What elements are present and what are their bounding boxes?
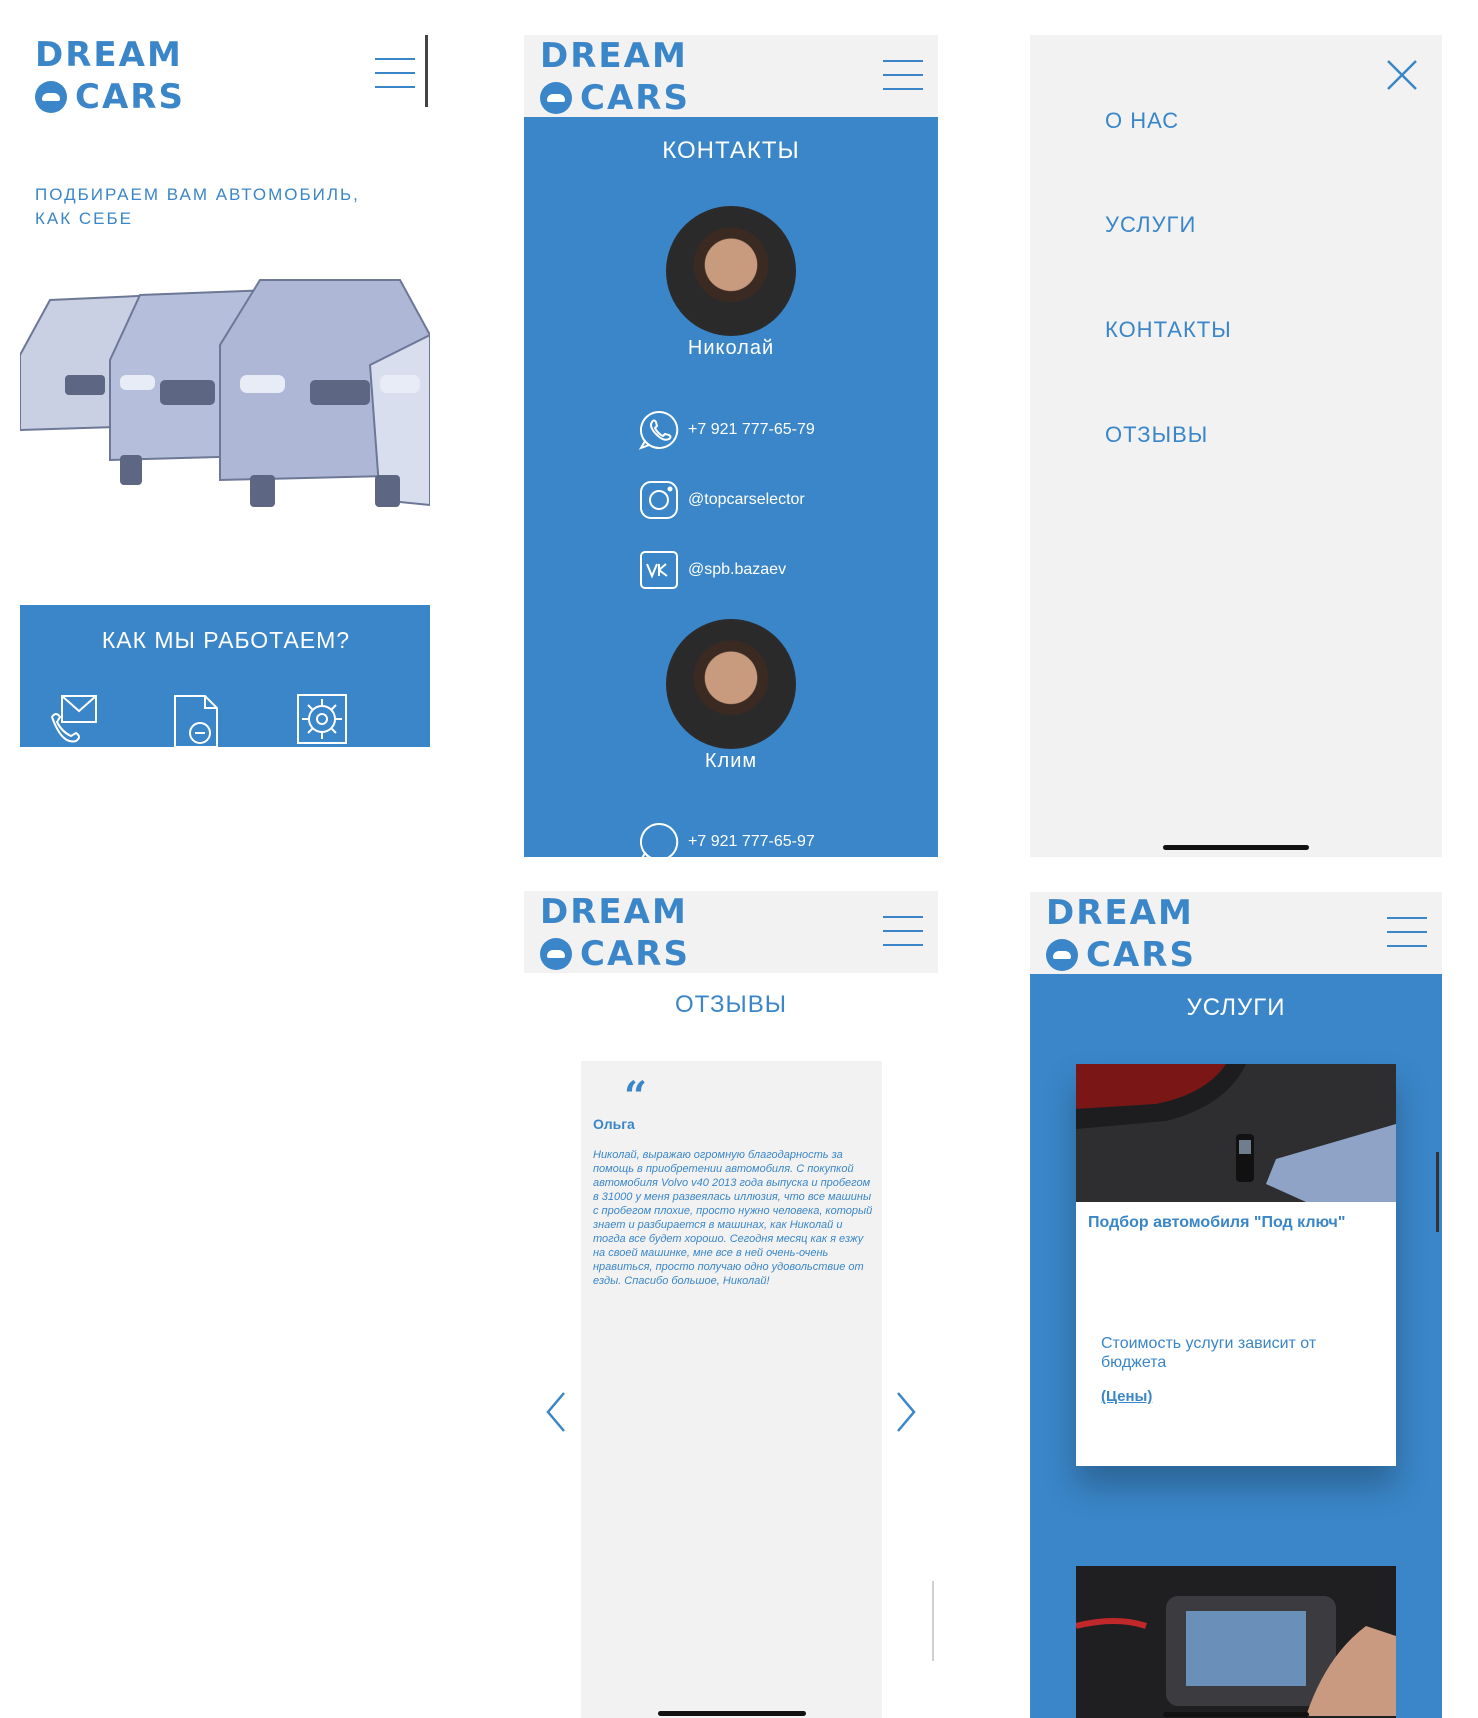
phone-row[interactable]: +7 921 777-65-79 — [638, 409, 815, 451]
home-indicator — [1163, 845, 1309, 850]
menu-screen: О НАС УСЛУГИ КОНТАКТЫ ОТЗЫВЫ — [1030, 35, 1442, 857]
service-card-title: Подбор автомобиля "Под ключ" — [1088, 1214, 1346, 1231]
section-title: УСЛУГИ — [1186, 994, 1286, 1021]
header: DREAM CARS — [524, 891, 938, 973]
home-indicator — [1163, 1712, 1309, 1717]
service-prices-link[interactable]: (Цены) — [1101, 1388, 1152, 1405]
gear-blueprint-icon[interactable] — [296, 693, 348, 745]
header: DREAM CARS — [1030, 892, 1442, 974]
car-badge-icon — [35, 81, 67, 113]
car-badge-icon — [1046, 939, 1078, 971]
services-screen: DREAM CARS УСЛУГИ Подбор автомобиля "Под… — [1030, 892, 1442, 1718]
document-search-icon[interactable] — [172, 693, 224, 747]
menu-burger-button[interactable] — [883, 60, 923, 90]
quote-icon: “ — [624, 1073, 648, 1120]
tagline: ПОДБИРАЕМ ВАМ АВТОМОБИЛЬ, КАК СЕБЕ — [35, 185, 360, 228]
menu-burger-button[interactable] — [375, 58, 415, 88]
whatsapp-icon — [638, 410, 679, 450]
prev-arrow-icon[interactable] — [544, 1391, 568, 1433]
car-badge-icon — [540, 82, 572, 114]
service-card-next[interactable] — [1076, 1566, 1396, 1718]
menu-item-contacts[interactable]: КОНТАКТЫ — [1105, 317, 1232, 343]
person-name: Клим — [704, 750, 758, 772]
review-text: Николай, выражаю огромную благодарность … — [593, 1149, 873, 1287]
avatar-klim — [666, 619, 796, 749]
avatar-nikolai — [666, 206, 796, 336]
instagram-row[interactable]: @topcarselector — [638, 479, 805, 521]
person-name: Николай — [687, 337, 775, 359]
home-indicator — [658, 1711, 806, 1716]
section-title: ОТЗЫВЫ — [674, 991, 788, 1018]
close-icon[interactable] — [1386, 59, 1418, 91]
vk-icon — [640, 551, 678, 589]
service-card[interactable]: Подбор автомобиля "Под ключ" Стоимость у… — [1076, 1064, 1396, 1466]
cars-illustration — [20, 279, 430, 507]
how-we-work-title: КАК МЫ РАБОТАЕМ? — [101, 627, 351, 653]
vk-handle: @spb.bazaev — [688, 561, 787, 578]
brand-logo[interactable]: DREAM CARS — [1046, 896, 1196, 972]
review-card: “ Ольга Николай, выражаю огромную благод… — [581, 1061, 882, 1718]
instagram-icon — [640, 481, 678, 519]
next-arrow-icon[interactable] — [894, 1391, 918, 1433]
menu-burger-button[interactable] — [1387, 917, 1427, 947]
contacts-screen: DREAM CARS КОНТАКТЫ Николай +7 921 777-6… — [524, 35, 938, 857]
phone-row[interactable]: +7 921 777-65-97 — [638, 821, 815, 857]
service-photo — [1076, 1064, 1396, 1202]
brand-logo[interactable]: DREAM CARS — [35, 38, 185, 114]
section-title: КОНТАКТЫ — [662, 137, 800, 164]
home-screen: DREAM CARS ПОДБИРАЕМ ВАМ АВТОМОБИЛЬ, КАК… — [0, 0, 430, 760]
reviews-screen: DREAM CARS ОТЗЫВЫ “ Ольга Николай, выраж… — [524, 891, 938, 1718]
menu-item-about[interactable]: О НАС — [1105, 108, 1179, 134]
menu-burger-button[interactable] — [883, 916, 923, 946]
phone-envelope-icon[interactable] — [48, 693, 100, 745]
brand-logo[interactable]: DREAM CARS — [540, 895, 690, 971]
phone-number: +7 921 777-65-79 — [688, 421, 815, 438]
brand-logo[interactable]: DREAM CARS — [540, 39, 690, 115]
menu-item-reviews[interactable]: ОТЗЫВЫ — [1105, 422, 1208, 448]
scrollbar[interactable] — [1436, 1152, 1439, 1232]
whatsapp-icon — [639, 822, 679, 857]
menu-item-services[interactable]: УСЛУГИ — [1105, 212, 1196, 238]
scrollbar[interactable] — [425, 35, 428, 107]
review-author: Ольга — [593, 1116, 635, 1132]
car-badge-icon — [540, 938, 572, 970]
header: DREAM CARS — [524, 35, 938, 117]
scrollbar[interactable] — [932, 1581, 934, 1661]
service-photo — [1076, 1566, 1396, 1718]
vk-row[interactable]: @spb.bazaev — [638, 549, 786, 591]
how-we-work-panel: КАК МЫ РАБОТАЕМ? — [20, 605, 430, 747]
phone-number: +7 921 777-65-97 — [688, 833, 815, 850]
instagram-handle: @topcarselector — [688, 491, 805, 508]
service-card-desc: Стоимость услуги зависит от бюджета — [1101, 1335, 1317, 1371]
